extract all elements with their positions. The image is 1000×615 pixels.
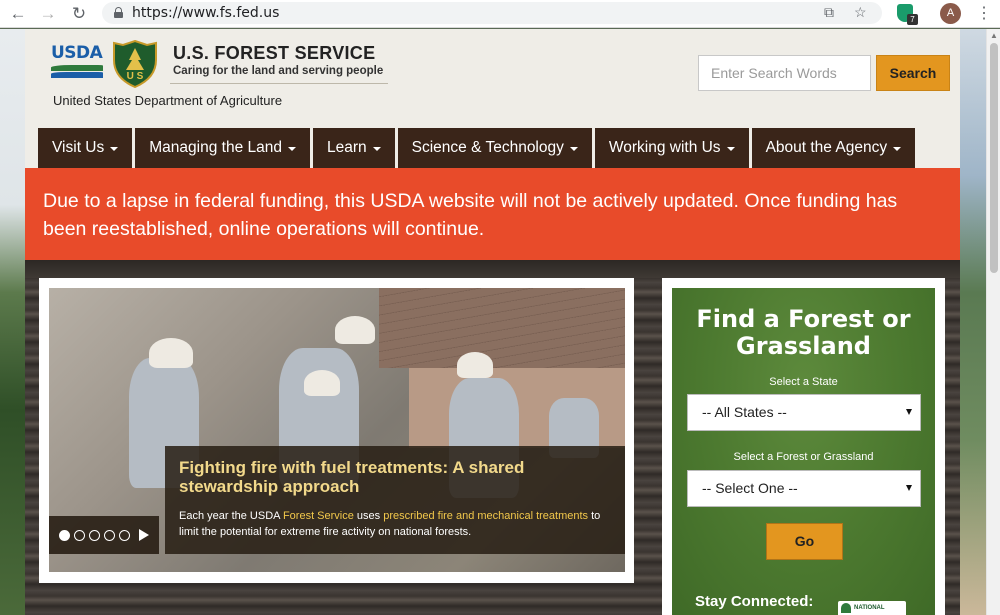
- tree-icon: [841, 603, 851, 613]
- forest-select-label: Select a Forest or Grassland: [733, 451, 874, 463]
- featured-slider: Fighting fire with fuel treatments: A sh…: [39, 278, 634, 583]
- slider-controls: [49, 516, 159, 554]
- caret-down-icon: [569, 147, 578, 151]
- extension-badge: 7: [907, 14, 918, 25]
- slide-description: Each year the USDA Forest Service uses p…: [179, 510, 601, 538]
- blocked-popup-icon[interactable]: ⧉: [824, 4, 834, 21]
- back-arrow-icon[interactable]: ←: [8, 4, 28, 24]
- go-button[interactable]: Go: [766, 523, 843, 560]
- reload-icon[interactable]: ↻: [69, 4, 89, 24]
- caret-down-icon: [110, 147, 119, 151]
- search-input[interactable]: [698, 55, 871, 91]
- funding-lapse-alert: Due to a lapse in federal funding, this …: [25, 168, 960, 260]
- shield-text: U S: [126, 71, 144, 82]
- state-select[interactable]: -- All States --: [687, 394, 921, 431]
- url-text: https://www.fs.fed.us: [132, 5, 280, 21]
- scroll-up-icon[interactable]: ▲: [990, 31, 998, 40]
- slide-dot-2[interactable]: [74, 530, 85, 541]
- tagline-divider: [170, 83, 388, 84]
- forest-service-link[interactable]: Forest Service: [283, 510, 354, 522]
- search-button[interactable]: Search: [876, 55, 950, 91]
- nav-working-with-us[interactable]: Working with Us: [594, 128, 749, 168]
- slide-image-firefighters[interactable]: Fighting fire with fuel treatments: A sh…: [49, 288, 625, 572]
- nav-managing-the-land[interactable]: Managing the Land: [135, 128, 310, 168]
- usda-logo[interactable]: USDA: [51, 43, 103, 83]
- browser-toolbar: ← → ↻ https://www.fs.fed.us ⧉ ☆ 7 A ⋮: [0, 0, 1000, 28]
- slide-caption: Fighting fire with fuel treatments: A sh…: [165, 446, 625, 554]
- play-icon[interactable]: [139, 529, 149, 541]
- background-landscape-left: [0, 29, 25, 615]
- nav-learn[interactable]: Learn: [312, 128, 395, 168]
- nav-about-the-agency[interactable]: About the Agency: [751, 128, 916, 168]
- prescribed-fire-link[interactable]: prescribed fire and mechanical treatment…: [383, 510, 588, 522]
- page-scrollbar[interactable]: ▲: [986, 29, 1000, 615]
- more-menu-icon[interactable]: ⋮: [976, 3, 992, 23]
- slide-title[interactable]: Fighting fire with fuel treatments: A sh…: [179, 458, 599, 496]
- slide-dot-4[interactable]: [104, 530, 115, 541]
- bookmark-star-icon[interactable]: ☆: [854, 4, 867, 21]
- caret-down-icon: [893, 147, 902, 151]
- caret-down-icon: [372, 147, 381, 151]
- scrollbar-thumb[interactable]: [990, 43, 998, 273]
- national-badge-link[interactable]: NATIONAL: [838, 601, 906, 615]
- profile-avatar[interactable]: A: [940, 3, 961, 24]
- find-forest-card: Find a Forest or Grassland Select a Stat…: [662, 278, 945, 615]
- dropdown-arrow-icon: [906, 485, 912, 491]
- wood-shadow: [25, 260, 960, 278]
- department-name: United States Department of Agriculture: [53, 93, 283, 108]
- state-select-label: Select a State: [769, 376, 838, 388]
- caret-down-icon: [726, 147, 735, 151]
- site-container: USDA U S U.S. FOREST SERVICE Caring for …: [25, 29, 960, 615]
- dropdown-arrow-icon: [906, 409, 912, 415]
- stay-connected-heading: Stay Connected:: [695, 593, 814, 610]
- background-landscape-right: [960, 29, 986, 615]
- forward-arrow-icon[interactable]: →: [38, 4, 58, 24]
- site-title[interactable]: U.S. FOREST SERVICE: [173, 43, 375, 64]
- forest-select[interactable]: -- Select One --: [687, 470, 921, 507]
- slide-dot-3[interactable]: [89, 530, 100, 541]
- find-forest-panel: Find a Forest or Grassland Select a Stat…: [672, 288, 935, 615]
- lock-icon: [114, 7, 123, 18]
- nav-science-technology[interactable]: Science & Technology: [397, 128, 592, 168]
- slide-dot-5[interactable]: [119, 530, 130, 541]
- main-nav: Visit Us Managing the Land Learn Science…: [38, 128, 916, 168]
- site-tagline: Caring for the land and serving people: [173, 65, 384, 77]
- find-forest-title: Find a Forest or Grassland: [696, 305, 911, 360]
- slide-dot-1[interactable]: [59, 530, 70, 541]
- nav-visit-us[interactable]: Visit Us: [38, 128, 133, 168]
- address-bar[interactable]: https://www.fs.fed.us ⧉ ☆: [102, 2, 882, 24]
- caret-down-icon: [287, 147, 296, 151]
